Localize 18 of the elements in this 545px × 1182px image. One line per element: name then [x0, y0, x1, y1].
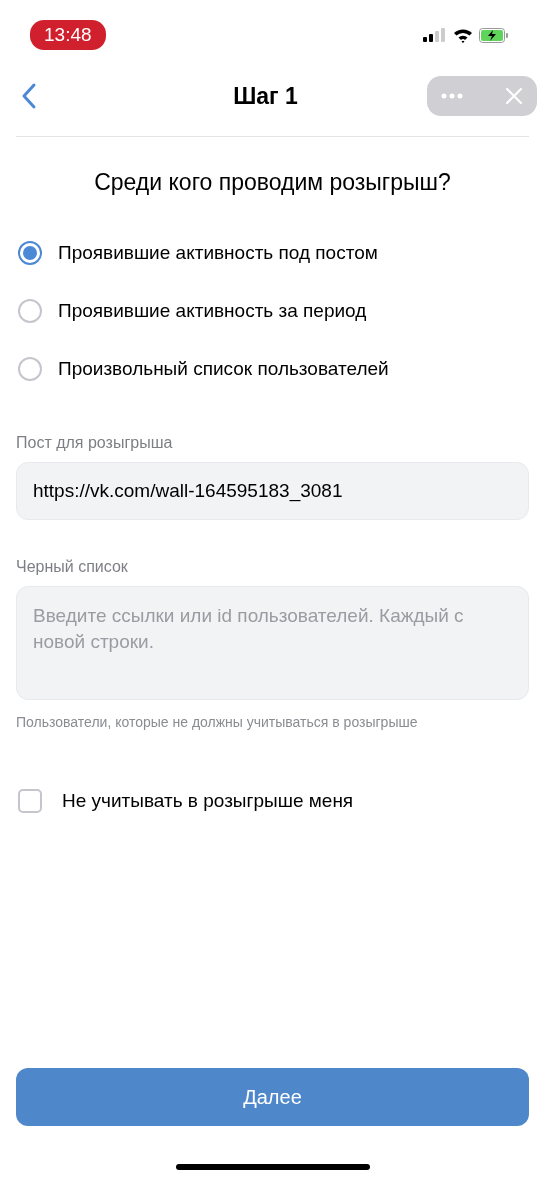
- radio-option[interactable]: Проявившие активность под постом: [0, 224, 545, 282]
- status-time: 13:48: [30, 20, 106, 50]
- signal-icon: [423, 28, 447, 42]
- input-field[interactable]: https://vk.com/wall-164595183_3081: [16, 462, 529, 520]
- next-button[interactable]: Далее: [16, 1068, 529, 1126]
- question-heading: Среди кого проводим розыгрыш?: [93, 169, 452, 196]
- field-label: Пост для розыгрыша: [16, 434, 174, 452]
- field-label: Черный список: [16, 558, 129, 576]
- radio-option[interactable]: Произвольный список пользователей: [0, 340, 545, 398]
- wifi-icon: [453, 27, 473, 43]
- page-title: Шаг 1: [233, 82, 298, 110]
- input-field[interactable]: Введите ссылки или id пользователей. Каждый с новой строки.: [16, 586, 529, 700]
- radio-option[interactable]: Проявившие активность за период: [0, 282, 545, 340]
- field-hint: Пользователи, которые не должны учитываться в розыгрыше: [16, 713, 419, 732]
- checkbox-option[interactable]: Не учитывать в розыгрыше меня: [18, 789, 527, 813]
- battery-charging-icon: [479, 27, 509, 43]
- more-icon[interactable]: [441, 93, 463, 99]
- close-icon[interactable]: [505, 87, 523, 105]
